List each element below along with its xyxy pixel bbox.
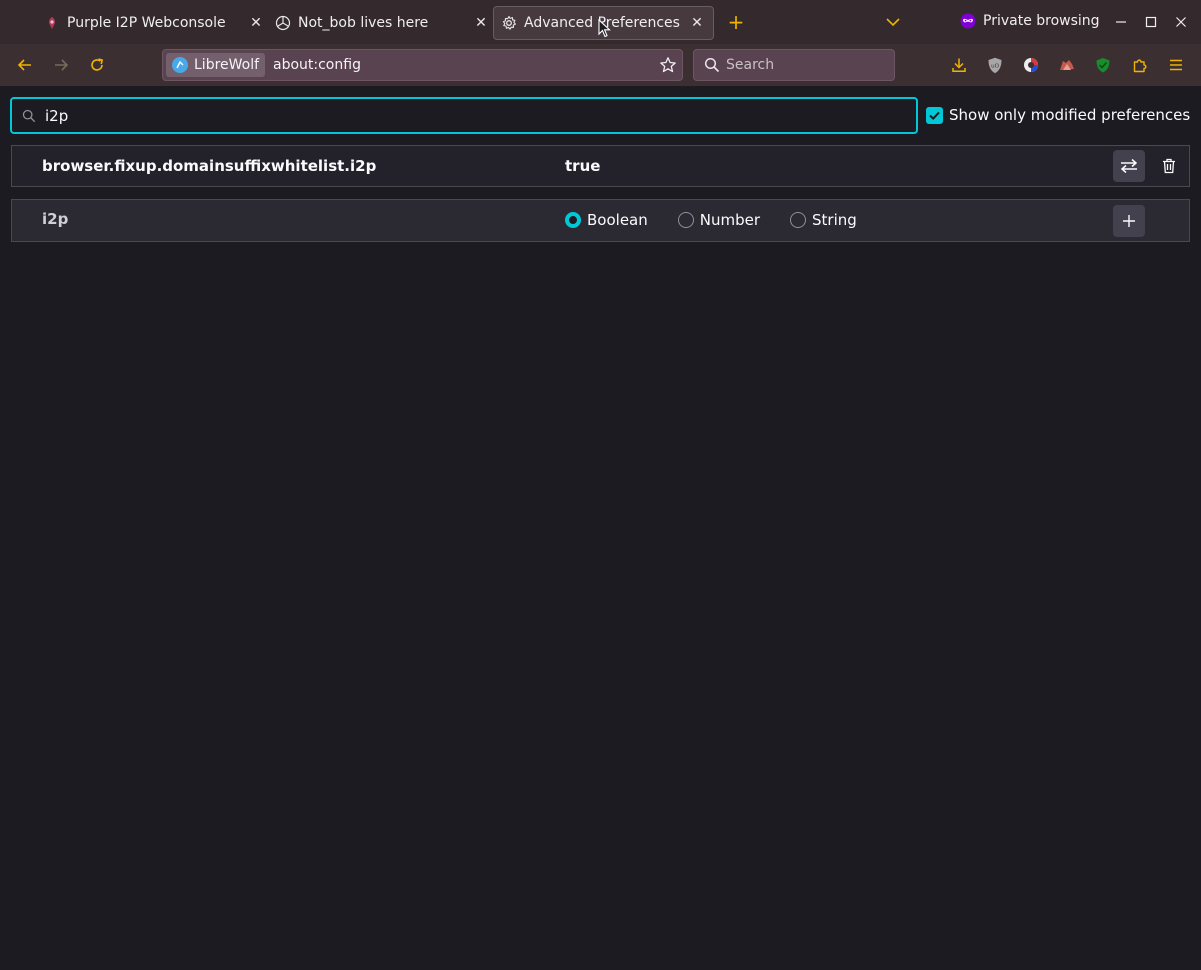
chevron-down-icon — [886, 18, 900, 27]
plus-icon — [1123, 215, 1135, 227]
back-arrow-icon — [17, 59, 31, 71]
extensions-button[interactable] — [1130, 55, 1150, 75]
preference-name: browser.fixup.domainsuffixwhitelist.i2p — [42, 157, 377, 175]
preference-value: true — [565, 157, 601, 175]
preference-row: browser.fixup.domainsuffixwhitelist.i2p … — [11, 145, 1190, 187]
new-preference-name: i2p — [42, 210, 69, 228]
gear-icon — [501, 15, 517, 31]
reload-button[interactable] — [87, 55, 107, 75]
back-button[interactable] — [15, 55, 35, 75]
minimize-button[interactable] — [1111, 12, 1131, 32]
tab-not-bob[interactable]: Not_bob lives here ✕ — [269, 6, 489, 40]
hamburger-menu-icon — [1170, 59, 1182, 71]
identity-label: LibreWolf — [194, 57, 260, 73]
puzzle-piece-icon — [1133, 59, 1147, 73]
close-window-button[interactable] — [1171, 12, 1191, 32]
radio-boolean-label: Boolean — [587, 211, 648, 229]
mouse-cursor-icon — [598, 19, 611, 38]
extension-button-1[interactable] — [1021, 55, 1041, 75]
maximize-icon — [1145, 16, 1157, 28]
radio-boolean[interactable]: Boolean — [565, 211, 648, 229]
close-icon — [1176, 17, 1186, 27]
ublock-origin-button[interactable]: uO — [985, 55, 1005, 75]
tab-strip: Purple I2P Webconsole ✕ Not_bob lives he… — [0, 0, 1201, 44]
tab-title: Not_bob lives here — [298, 15, 429, 31]
search-icon — [704, 57, 720, 73]
navigation-toolbar: LibreWolf about:config Search uO — [0, 44, 1201, 86]
toggle-button[interactable] — [1113, 150, 1145, 182]
list-all-tabs-button[interactable] — [884, 13, 902, 31]
app-menu-button[interactable] — [1166, 55, 1186, 75]
search-icon — [22, 109, 36, 122]
private-mask-icon — [960, 13, 976, 29]
radio-number-label: Number — [699, 211, 761, 229]
reset-delete-button[interactable] — [1153, 150, 1185, 182]
svg-text:uO: uO — [991, 63, 999, 69]
close-icon[interactable]: ✕ — [689, 15, 705, 31]
trash-icon — [1163, 158, 1175, 174]
radio-string-label: String — [812, 211, 857, 229]
download-icon — [952, 58, 966, 72]
new-tab-button[interactable]: + — [726, 12, 746, 32]
extension-circle-icon — [1024, 58, 1038, 72]
add-preference-button[interactable] — [1113, 205, 1145, 237]
radio-string[interactable]: String — [790, 211, 857, 229]
extension-shield-green-icon — [1096, 58, 1110, 73]
minimize-icon — [1116, 21, 1126, 23]
radio-unselected-icon[interactable] — [677, 212, 694, 228]
search-placeholder: Search — [726, 57, 775, 73]
preference-search-input[interactable] — [45, 106, 865, 125]
forward-button[interactable] — [51, 55, 71, 75]
extension-button-2[interactable] — [1057, 55, 1077, 75]
preference-search-field[interactable] — [10, 97, 918, 134]
tab-title: Purple I2P Webconsole — [67, 15, 226, 31]
preference-type-radio-group: Boolean Number String — [565, 211, 887, 229]
ublock-shield-icon: uO — [988, 57, 1002, 73]
forward-arrow-icon — [55, 59, 69, 71]
radio-unselected-icon[interactable] — [790, 212, 807, 228]
toggle-arrows-icon — [1120, 158, 1138, 174]
close-icon[interactable]: ✕ — [473, 15, 489, 31]
new-preference-row: i2p Boolean Number String — [11, 199, 1190, 242]
search-bar[interactable]: Search — [693, 49, 895, 81]
url-text[interactable]: about:config — [273, 57, 361, 73]
close-icon[interactable]: ✕ — [248, 15, 264, 31]
librewolf-icon — [172, 57, 188, 73]
private-browsing-indicator: Private browsing — [960, 13, 1100, 29]
checkbox-checked-icon[interactable] — [926, 106, 943, 124]
maximize-button[interactable] — [1141, 12, 1161, 32]
url-bar[interactable]: LibreWolf about:config — [162, 49, 683, 81]
i2p-icon — [44, 15, 60, 31]
extension-hand-icon — [1060, 60, 1074, 70]
radio-selected-icon[interactable] — [565, 212, 581, 228]
reload-icon — [91, 58, 104, 71]
private-browsing-label: Private browsing — [983, 13, 1100, 29]
radio-number[interactable]: Number — [677, 211, 761, 229]
show-modified-checkbox[interactable]: Show only modified preferences — [926, 106, 1190, 124]
tab-purple-i2p[interactable]: Purple I2P Webconsole ✕ — [44, 6, 264, 40]
show-modified-label: Show only modified preferences — [949, 106, 1191, 124]
downloads-button[interactable] — [949, 55, 969, 75]
mercedes-icon — [275, 15, 291, 31]
bookmark-star-icon[interactable] — [659, 56, 677, 74]
extension-button-3[interactable] — [1093, 55, 1113, 75]
site-identity-button[interactable]: LibreWolf — [166, 53, 265, 77]
